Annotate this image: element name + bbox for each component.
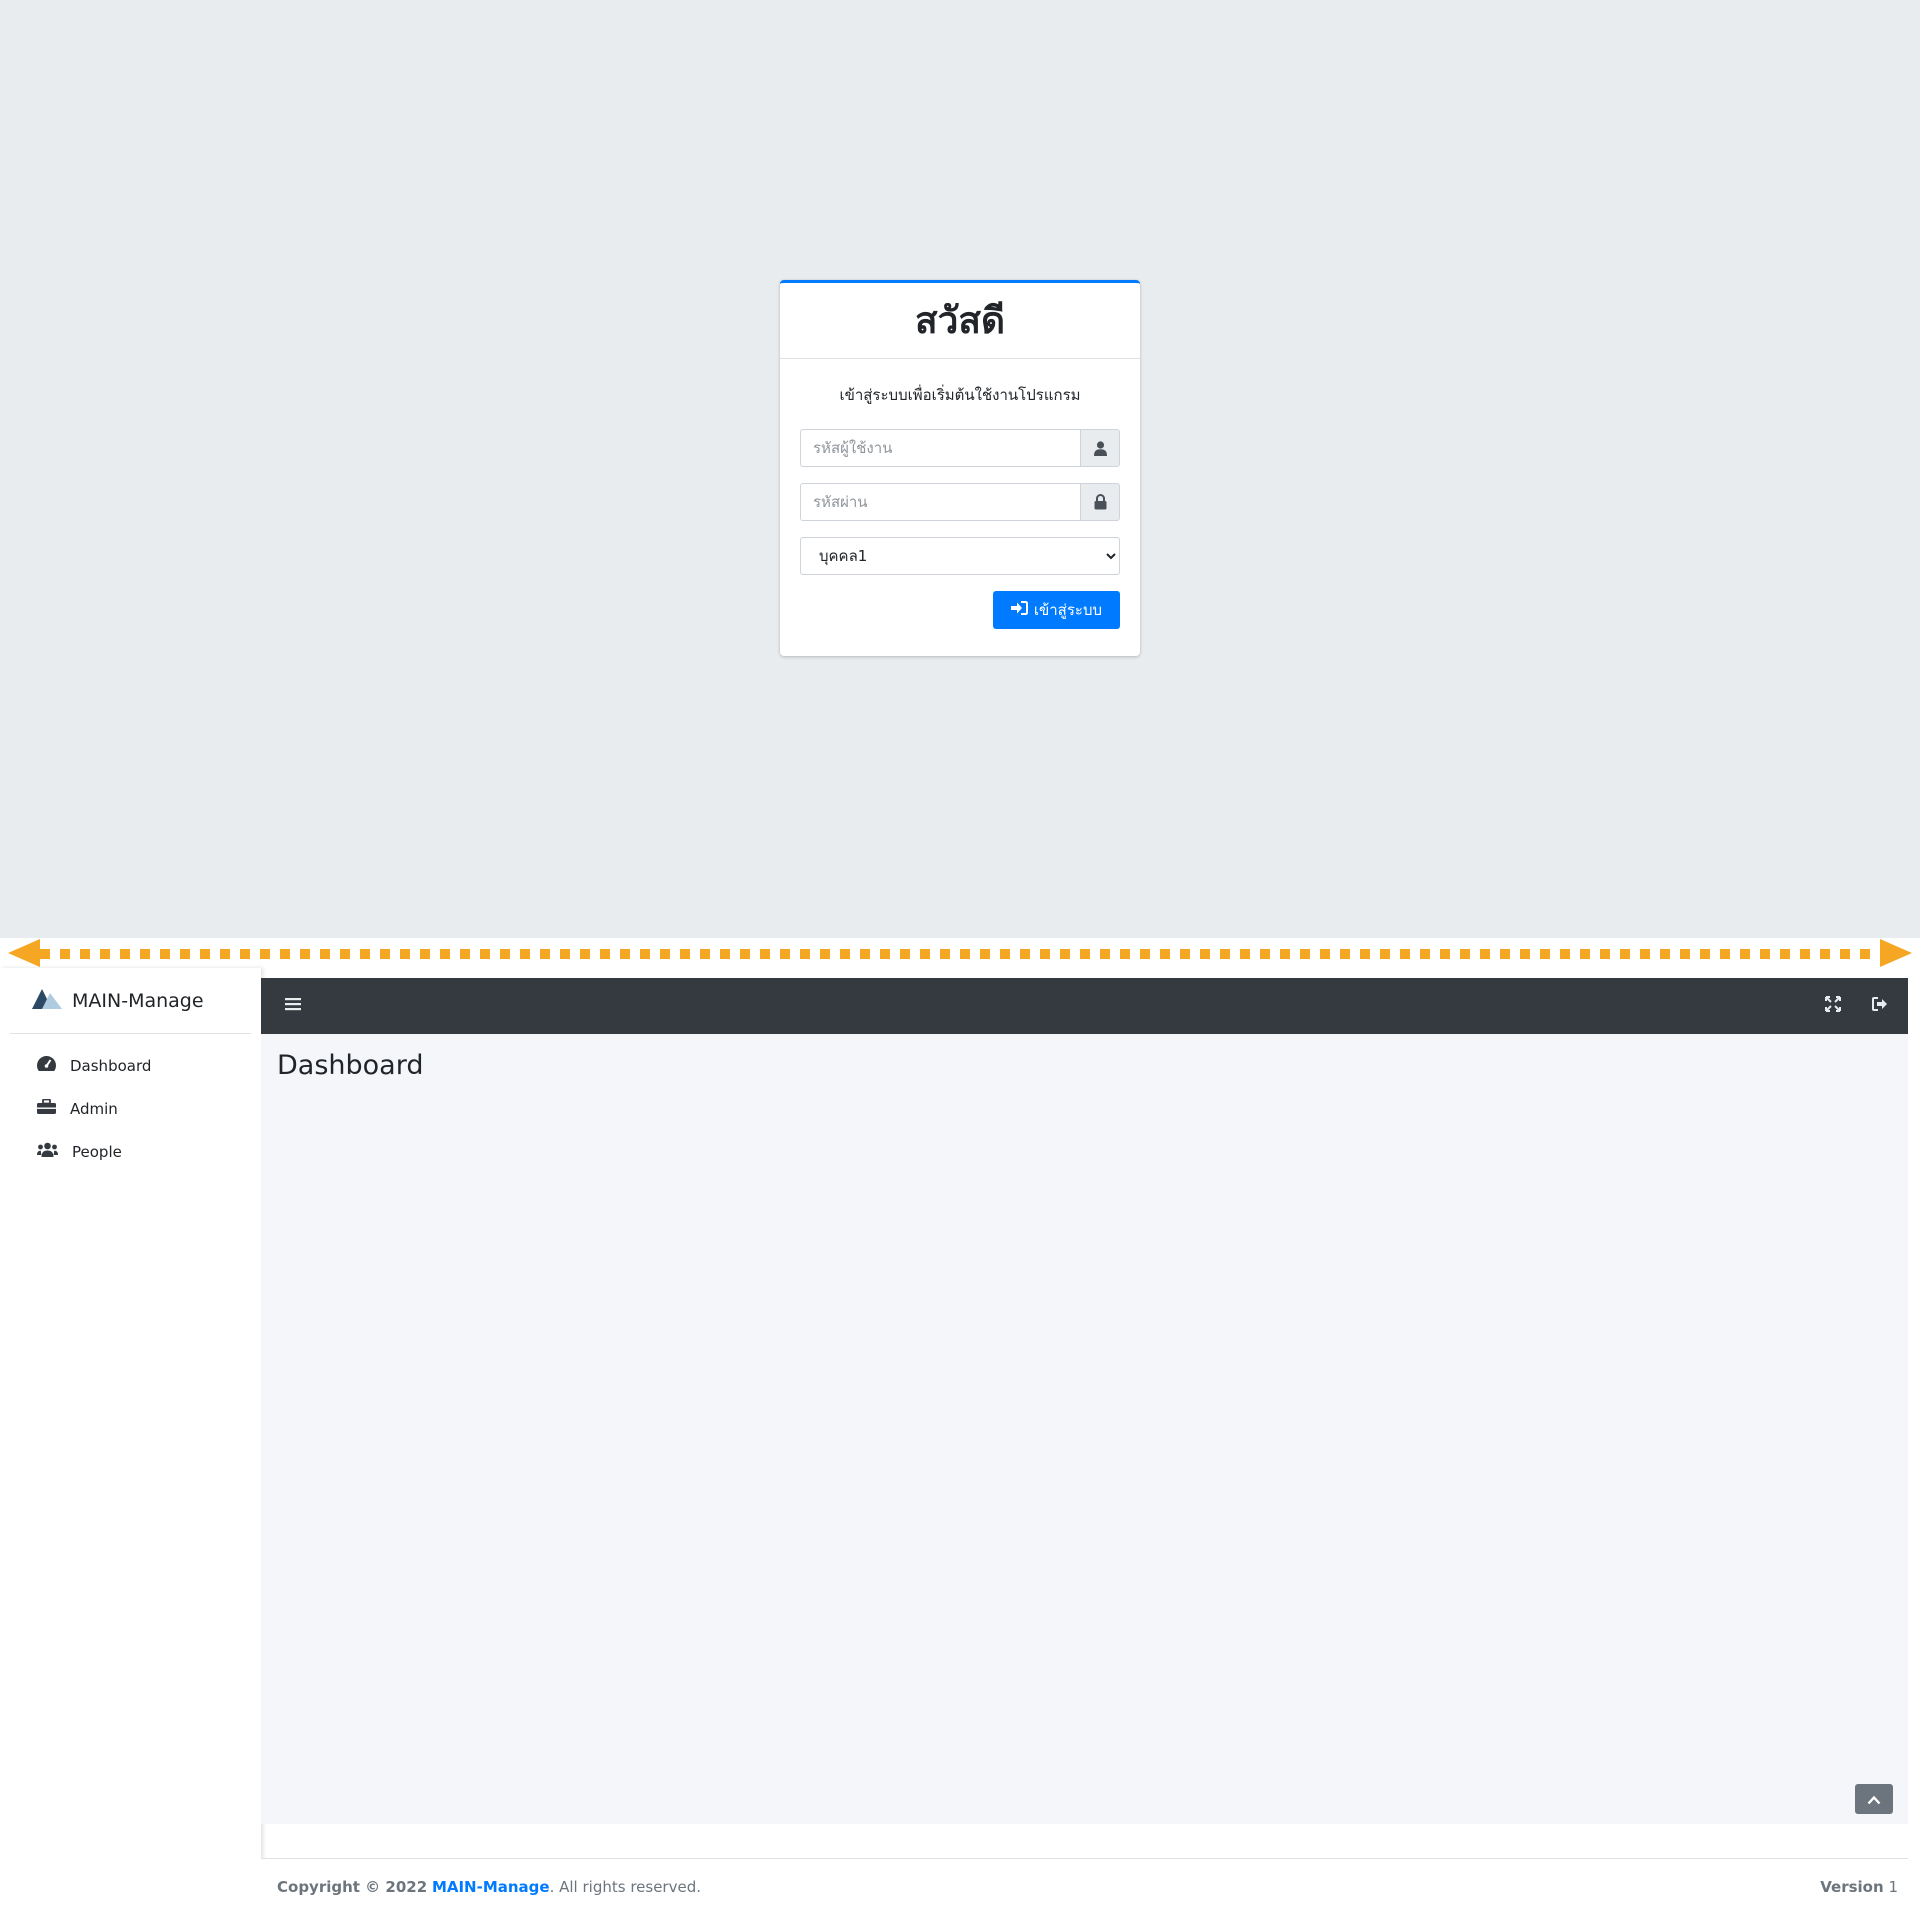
login-card-body: เข้าสู่ระบบเพื่อเริ่มต้นใช้งานโปรแกรม บุ…	[780, 383, 1140, 629]
role-select[interactable]: บุคคล1	[800, 537, 1120, 575]
sidebar-item-label: Dashboard	[70, 1056, 152, 1075]
users-icon	[37, 1142, 58, 1161]
top-navbar	[261, 978, 1908, 1034]
login-actions: เข้าสู่ระบบ	[800, 591, 1120, 629]
password-input[interactable]	[800, 483, 1080, 521]
sidebar-item-label: Admin	[70, 1099, 118, 1118]
footer-version: Version 1	[1820, 1878, 1898, 1896]
username-group	[800, 429, 1120, 467]
user-icon	[1080, 429, 1120, 467]
login-card: สวัสดี เข้าสู่ระบบเพื่อเริ่มต้นใช้งานโปร…	[780, 280, 1140, 656]
back-to-top-button[interactable]	[1855, 1784, 1893, 1814]
login-button-label: เข้าสู่ระบบ	[1033, 601, 1102, 619]
sidebar-item-admin[interactable]: Admin	[0, 1087, 261, 1130]
brand-name: MAIN-Manage	[72, 989, 204, 1012]
login-screen: สวัสดี เข้าสู่ระบบเพื่อเริ่มต้นใช้งานโปร…	[0, 0, 1920, 938]
login-message: เข้าสู่ระบบเพื่อเริ่มต้นใช้งานโปรแกรม	[839, 386, 1081, 404]
sidebar: MAIN-Manage Dashboard Admin People	[0, 968, 261, 1914]
arrow-left-icon	[8, 939, 40, 967]
lock-icon	[1080, 483, 1120, 521]
brand-logo-icon	[32, 988, 62, 1013]
version-number: 1	[1888, 1877, 1898, 1896]
content-area: Dashboard	[261, 1034, 1908, 1824]
right-edge	[1908, 968, 1920, 1914]
password-group	[800, 483, 1120, 521]
logout-icon[interactable]	[1872, 996, 1888, 1015]
fullscreen-icon[interactable]	[1825, 996, 1841, 1016]
sign-in-icon	[1010, 601, 1028, 619]
toolbox-icon	[37, 1098, 56, 1118]
sidebar-item-dashboard[interactable]: Dashboard	[0, 1044, 261, 1087]
arrow-right-icon	[1880, 939, 1912, 967]
copyright-prefix: Copyright © 2022	[277, 1877, 428, 1896]
footer-brand-link[interactable]: MAIN-Manage	[432, 1878, 550, 1896]
login-title: สวัสดี	[915, 299, 1005, 342]
sidebar-item-label: People	[72, 1142, 122, 1161]
tachometer-icon	[37, 1056, 56, 1075]
version-label: Version	[1820, 1877, 1884, 1896]
copyright-suffix: . All rights reserved.	[549, 1877, 701, 1896]
brand[interactable]: MAIN-Manage	[10, 968, 251, 1034]
dotted-line	[40, 949, 1880, 959]
page-title: Dashboard	[277, 1050, 424, 1081]
login-button[interactable]: เข้าสู่ระบบ	[992, 591, 1120, 629]
username-input[interactable]	[800, 429, 1080, 467]
menu-icon[interactable]	[285, 996, 301, 1015]
chevron-up-icon	[1867, 1790, 1881, 1809]
footer: Copyright © 2022 MAIN-Manage. All rights…	[261, 1858, 1908, 1914]
login-card-header: สวัสดี	[780, 283, 1140, 359]
section-divider	[0, 938, 1920, 968]
sidebar-nav: Dashboard Admin People	[0, 1044, 261, 1173]
footer-copyright: Copyright © 2022 MAIN-Manage. All rights…	[277, 1878, 701, 1896]
dashboard-app: MAIN-Manage Dashboard Admin People Dashb…	[0, 968, 1920, 1914]
sidebar-item-people[interactable]: People	[0, 1130, 261, 1173]
